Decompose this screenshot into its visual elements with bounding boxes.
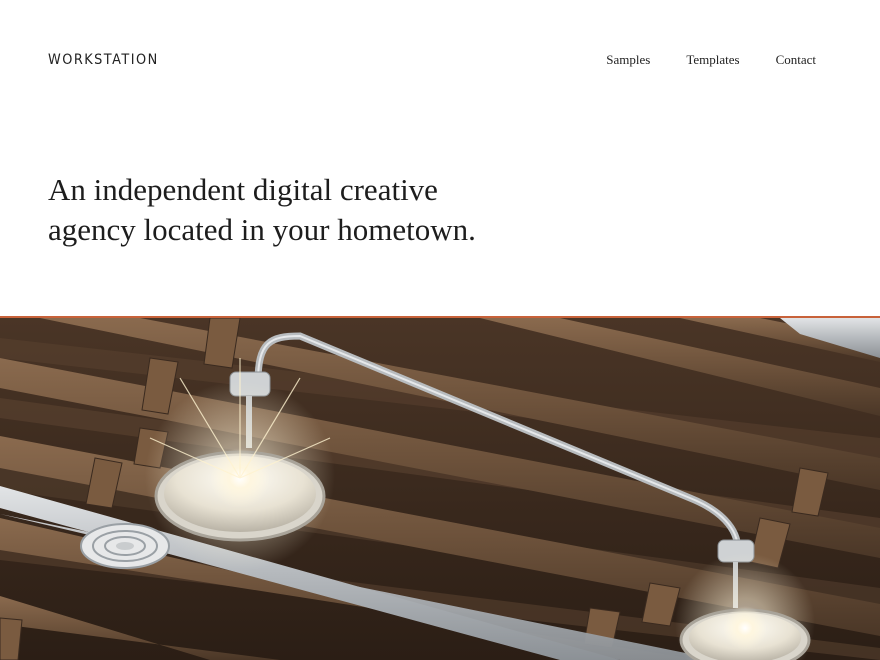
ceiling-photo-illustration <box>0 318 880 660</box>
nav-link-samples[interactable]: Samples <box>606 52 650 68</box>
ceiling-vent <box>80 523 170 569</box>
hero-headline: An independent digital creative agency l… <box>48 170 608 250</box>
hero-photo <box>0 316 880 660</box>
nav-link-contact[interactable]: Contact <box>776 52 816 68</box>
nav-link-templates[interactable]: Templates <box>686 52 739 68</box>
hero-headline-line2: agency located in your hometown. <box>48 212 476 247</box>
main-nav: Samples Templates Contact <box>606 52 816 68</box>
site-header: WORKSTATION Samples Templates Contact <box>0 0 880 110</box>
brand-logo[interactable]: WORKSTATION <box>48 51 159 69</box>
hero-headline-line1: An independent digital creative <box>48 172 438 207</box>
